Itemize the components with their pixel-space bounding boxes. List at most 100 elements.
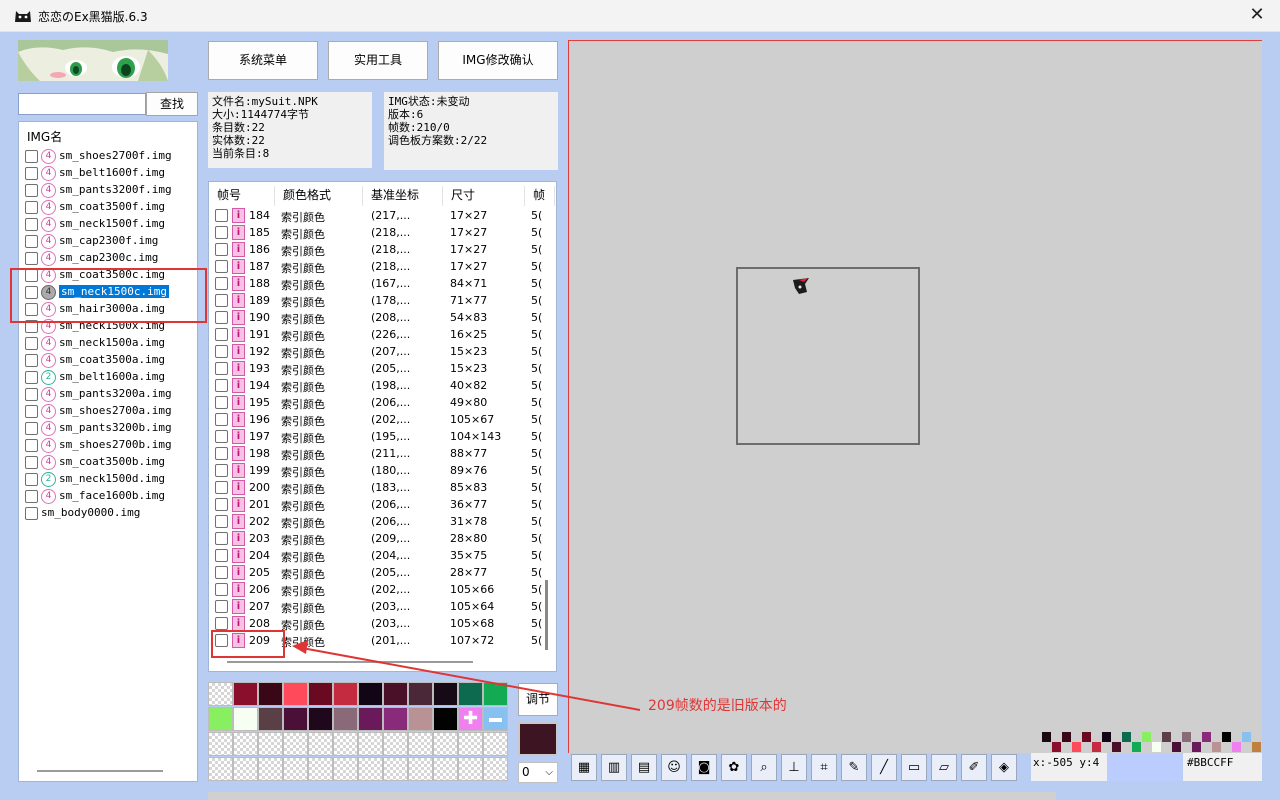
frame-checkbox[interactable]	[215, 379, 228, 392]
table-row[interactable]: i 195 索引颜色 (206,... 49×80 5(	[209, 394, 549, 411]
img-list-scrollbar[interactable]	[37, 770, 163, 772]
palette-index-select[interactable]: 0 ⌵	[518, 762, 558, 783]
paw-icon[interactable]: ✿	[721, 754, 747, 781]
palette-cell[interactable]	[383, 682, 408, 706]
eyedropper-icon[interactable]: ✐	[961, 754, 987, 781]
mini-palette-cell[interactable]	[1082, 732, 1091, 742]
img-list-item[interactable]: 4 sm_coat3500b.img	[23, 454, 197, 471]
img-list-item[interactable]: 4 sm_shoes2700b.img	[23, 437, 197, 454]
img-item-checkbox[interactable]	[25, 456, 38, 469]
table-row[interactable]: i 202 索引颜色 (206,... 31×78 5(	[209, 513, 549, 530]
frame-checkbox[interactable]	[215, 226, 228, 239]
table-row[interactable]: i 191 索引颜色 (226,... 16×25 5(	[209, 326, 549, 343]
frame-checkbox[interactable]	[215, 498, 228, 511]
current-color-swatch[interactable]	[518, 722, 558, 756]
palette-cell[interactable]	[333, 682, 358, 706]
frame-checkbox[interactable]	[215, 311, 228, 324]
table-row[interactable]: i 184 索引颜色 (217,... 17×27 5(	[209, 207, 549, 224]
mini-palette-cell[interactable]	[1122, 732, 1131, 742]
palette-cell[interactable]	[308, 757, 333, 781]
table-row[interactable]: i 203 索引颜色 (209,... 28×80 5(	[209, 530, 549, 547]
img-item-checkbox[interactable]	[25, 371, 38, 384]
frame-checkbox[interactable]	[215, 549, 228, 562]
palette-cell[interactable]	[358, 682, 383, 706]
palette-cell[interactable]	[483, 757, 508, 781]
img-list-item[interactable]: 4 sm_pants3200b.img	[23, 420, 197, 437]
palette-cell[interactable]	[458, 757, 483, 781]
table-row[interactable]: i 204 索引颜色 (204,... 35×75 5(	[209, 547, 549, 564]
frame-checkbox[interactable]	[215, 600, 228, 613]
img-list-item[interactable]: 4 sm_coat3500f.img	[23, 199, 197, 216]
frame-checkbox[interactable]	[215, 430, 228, 443]
palette-cell[interactable]	[283, 682, 308, 706]
search-button[interactable]: 查找	[146, 92, 198, 116]
palette-cell[interactable]	[208, 732, 233, 756]
table-row[interactable]: i 194 索引颜色 (198,... 40×82 5(	[209, 377, 549, 394]
film-icon[interactable]: ▤	[631, 754, 657, 781]
frame-checkbox[interactable]	[215, 413, 228, 426]
frame-checkbox[interactable]	[215, 277, 228, 290]
table-row[interactable]: i 185 索引颜色 (218,... 17×27 5(	[209, 224, 549, 241]
img-confirm-button[interactable]: IMG修改确认	[438, 41, 558, 80]
frame-table-hscroll[interactable]	[227, 661, 473, 663]
mini-palette-cell[interactable]	[1142, 732, 1151, 742]
frame-checkbox[interactable]	[215, 209, 228, 222]
img-list-item[interactable]: 4 sm_shoes2700a.img	[23, 403, 197, 420]
palette-cell[interactable]	[308, 682, 333, 706]
palette-cell[interactable]	[383, 707, 408, 731]
frame-checkbox[interactable]	[215, 481, 228, 494]
frame-checkbox[interactable]	[215, 447, 228, 460]
search-input[interactable]	[18, 93, 146, 115]
frame-checkbox[interactable]	[215, 583, 228, 596]
frame-checkbox[interactable]	[215, 362, 228, 375]
palette-cell[interactable]	[233, 707, 258, 731]
mini-palette-cell[interactable]	[1112, 742, 1121, 752]
palette-cell[interactable]	[258, 707, 283, 731]
mini-palette-cell[interactable]	[1212, 742, 1221, 752]
palette-cell[interactable]	[258, 757, 283, 781]
pencil-icon[interactable]: ✎	[841, 754, 867, 781]
eraser-icon[interactable]: ▱	[931, 754, 957, 781]
table-row[interactable]: i 198 索引颜色 (211,... 88×77 5(	[209, 445, 549, 462]
tools-button[interactable]: 实用工具	[328, 41, 428, 80]
mini-palette-cell[interactable]	[1202, 732, 1211, 742]
mini-palette-cell[interactable]	[1232, 742, 1241, 752]
palette-cell[interactable]	[233, 732, 258, 756]
palette-cell[interactable]	[308, 732, 333, 756]
palette-cell[interactable]	[458, 732, 483, 756]
palette-cell[interactable]	[383, 732, 408, 756]
palette-cell[interactable]	[283, 732, 308, 756]
palette-cell[interactable]	[483, 732, 508, 756]
crop-icon[interactable]: ⌗	[811, 754, 837, 781]
column-header-color-format[interactable]: 颜色格式	[275, 186, 363, 206]
img-list-item[interactable]: 2 sm_neck1500d.img	[23, 471, 197, 488]
palette-cell[interactable]	[408, 732, 433, 756]
frame-checkbox[interactable]	[215, 260, 228, 273]
palette-cell[interactable]	[283, 757, 308, 781]
mini-palette-cell[interactable]	[1092, 742, 1101, 752]
palette-cell[interactable]	[233, 757, 258, 781]
palette-cell[interactable]	[383, 757, 408, 781]
frame-table-vscroll[interactable]	[545, 580, 548, 650]
frame-table[interactable]: 帧号 颜色格式 基准坐标 尺寸 帧 i 184 索引颜色 (217,... 17×27 5…	[208, 181, 557, 672]
mini-palette-cell[interactable]	[1102, 732, 1111, 742]
magnifier-icon[interactable]: ⌕	[751, 754, 777, 781]
img-item-checkbox[interactable]	[25, 337, 38, 350]
img-item-checkbox[interactable]	[25, 473, 38, 486]
palette-cell[interactable]	[208, 707, 233, 731]
img-list-item[interactable]: 4 sm_cap2300c.img	[23, 250, 197, 267]
palette-cell[interactable]	[283, 707, 308, 731]
column-header-base-coord[interactable]: 基准坐标	[363, 186, 443, 206]
line-icon[interactable]: ╱	[871, 754, 897, 781]
frame-checkbox[interactable]	[215, 617, 228, 630]
axis-icon[interactable]: ⊥	[781, 754, 807, 781]
layers-icon[interactable]: ▥	[601, 754, 627, 781]
mini-palette-cell[interactable]	[1252, 742, 1261, 752]
img-item-checkbox[interactable]	[25, 218, 38, 231]
palette-cell[interactable]	[333, 757, 358, 781]
palette-cell[interactable]: ✚	[458, 707, 483, 731]
frame-checkbox[interactable]	[215, 515, 228, 528]
img-item-checkbox[interactable]	[25, 388, 38, 401]
table-row[interactable]: i 205 索引颜色 (205,... 28×77 5(	[209, 564, 549, 581]
column-header-size[interactable]: 尺寸	[443, 186, 525, 206]
